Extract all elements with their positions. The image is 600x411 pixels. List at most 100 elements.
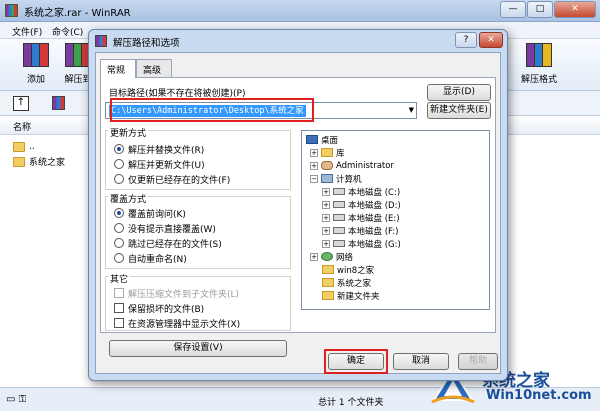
window-title: 系统之家.rar - WinRAR <box>24 8 131 19</box>
tree-label: Administrator <box>336 160 394 171</box>
tree-computer[interactable]: − 计算机 <box>310 173 362 185</box>
option-label: 仅更新已经存在的文件(F) <box>128 175 231 186</box>
list-item[interactable]: 系统之家 <box>13 154 65 169</box>
radio-button[interactable] <box>114 223 124 233</box>
overwrite-mode-group: 覆盖方式 覆盖前询问(K) 没有提示直接覆盖(W) 跳过已经存在的文件(S) 自… <box>105 192 291 269</box>
maximize-button[interactable]: □ <box>527 1 553 18</box>
radio-button[interactable] <box>114 238 124 248</box>
expand-icon[interactable]: + <box>322 200 330 209</box>
option-label: 解压并替换文件(R) <box>128 145 205 156</box>
tree-folder[interactable]: 系统之家 <box>322 277 371 289</box>
user-icon <box>321 161 333 170</box>
show-button[interactable]: 显示(D) <box>427 84 491 101</box>
watermark-url: Win10net.com <box>486 388 592 403</box>
library-icon <box>321 148 333 157</box>
up-folder-icon[interactable]: ↑ <box>13 96 29 111</box>
tree-drive[interactable]: + 本地磁盘 (D:) <box>322 199 401 211</box>
tab-advanced[interactable]: 高级 <box>136 59 172 77</box>
overwrite-option[interactable]: 跳过已经存在的文件(S) <box>114 237 222 250</box>
radio-button[interactable] <box>114 253 124 263</box>
folder-icon <box>322 291 334 300</box>
tree-network[interactable]: + 网络 <box>310 251 353 263</box>
folder-tree[interactable]: 桌面 + 库 + Administrator − 计算机 + 本地磁盘 (C:)… <box>301 130 490 310</box>
extract-format-icon <box>524 42 554 68</box>
highlight-box-ok <box>324 349 388 374</box>
dialog-help-button[interactable]: ? <box>455 32 477 48</box>
tree-user[interactable]: + Administrator <box>310 160 394 171</box>
tree-folder[interactable]: 新建文件夹 <box>322 290 380 302</box>
cancel-button[interactable]: 取消 <box>393 353 449 370</box>
overwrite-option[interactable]: 没有提示直接覆盖(W) <box>114 222 216 235</box>
expand-icon[interactable]: + <box>322 239 330 248</box>
folder-icon <box>13 156 25 167</box>
tree-label: 桌面 <box>321 135 339 146</box>
new-folder-button[interactable]: 新建文件夹(E) <box>427 102 491 119</box>
tree-folder[interactable]: win8之家 <box>322 264 375 276</box>
radio-button[interactable] <box>114 144 124 154</box>
folder-icon <box>13 141 25 152</box>
tree-drive[interactable]: + 本地磁盘 (E:) <box>322 212 400 224</box>
expand-icon[interactable]: + <box>322 226 330 235</box>
misc-option[interactable]: 保留损坏的文件(B) <box>114 302 204 315</box>
archive-icon <box>52 96 65 110</box>
tab-general[interactable]: 常规 <box>100 59 136 78</box>
expand-icon[interactable]: + <box>310 161 318 170</box>
status-text: 总计 1 个文件夹 <box>318 398 384 408</box>
collapse-icon[interactable]: − <box>310 174 318 183</box>
misc-option: 解压压缩文件到子文件夹(L) <box>114 287 239 300</box>
dialog-title: 解压路径和选项 <box>113 38 180 49</box>
extract-format-button[interactable]: 解压格式 <box>510 42 568 85</box>
expand-icon[interactable]: + <box>310 252 318 261</box>
name-column-header[interactable]: 名称 <box>13 120 31 133</box>
disk-icon <box>333 227 345 234</box>
tree-label: 本地磁盘 (E:) <box>348 213 400 224</box>
misc-option[interactable]: 在资源管理器中显示文件(X) <box>114 317 241 330</box>
add-button[interactable]: 添加 <box>14 42 58 85</box>
list-item[interactable]: .. <box>13 139 35 154</box>
add-icon <box>21 42 51 68</box>
help-button[interactable]: 帮助 <box>458 353 498 370</box>
overwrite-option[interactable]: 自动重命名(N) <box>114 252 187 265</box>
radio-button[interactable] <box>114 208 124 218</box>
checkbox[interactable] <box>114 303 124 313</box>
computer-icon <box>321 174 333 183</box>
tree-drive[interactable]: + 本地磁盘 (F:) <box>322 225 398 237</box>
winrar-app-icon <box>5 4 18 17</box>
close-button[interactable]: ✕ <box>554 1 596 18</box>
update-option[interactable]: 仅更新已经存在的文件(F) <box>114 173 231 186</box>
tree-label: 本地磁盘 (G:) <box>348 239 401 250</box>
option-label: 在资源管理器中显示文件(X) <box>128 319 241 330</box>
expand-icon[interactable]: + <box>322 187 330 196</box>
tree-drive[interactable]: + 本地磁盘 (C:) <box>322 186 400 198</box>
network-icon <box>321 252 333 261</box>
checkbox <box>114 288 124 298</box>
option-label: 解压并更新文件(U) <box>128 160 205 171</box>
list-item-name: 系统之家 <box>29 158 66 168</box>
dropdown-arrow-icon[interactable]: ▼ <box>409 106 414 114</box>
radio-button[interactable] <box>114 159 124 169</box>
tree-label: win8之家 <box>337 265 375 276</box>
expand-icon[interactable]: + <box>310 148 318 157</box>
add-label: 添加 <box>26 75 45 85</box>
tree-label: 库 <box>336 148 345 159</box>
dialog-close-button[interactable]: ✕ <box>479 32 503 48</box>
tree-label: 本地磁盘 (D:) <box>348 200 401 211</box>
misc-title: 其它 <box>108 272 131 285</box>
tree-desktop[interactable]: 桌面 <box>306 134 339 146</box>
tree-drive[interactable]: + 本地磁盘 (G:) <box>322 238 401 250</box>
radio-button[interactable] <box>114 174 124 184</box>
update-option[interactable]: 解压并更新文件(U) <box>114 158 205 171</box>
update-option[interactable]: 解压并替换文件(R) <box>114 143 205 156</box>
disk-icon <box>333 240 345 247</box>
menu-file[interactable]: 文件(F) <box>12 25 42 38</box>
checkbox[interactable] <box>114 318 124 328</box>
menu-command[interactable]: 命令(C) <box>52 25 83 38</box>
expand-icon[interactable]: + <box>322 213 330 222</box>
general-panel: 目标路径(如果不存在将被创建)(P) C:\Users\Administrato… <box>100 77 496 357</box>
save-settings-button[interactable]: 保存设置(V) <box>109 340 287 357</box>
folder-icon <box>322 278 334 287</box>
update-mode-title: 更新方式 <box>108 126 149 139</box>
minimize-button[interactable]: — <box>500 1 526 18</box>
tree-library[interactable]: + 库 <box>310 147 345 159</box>
overwrite-option[interactable]: 覆盖前询问(K) <box>114 207 186 220</box>
